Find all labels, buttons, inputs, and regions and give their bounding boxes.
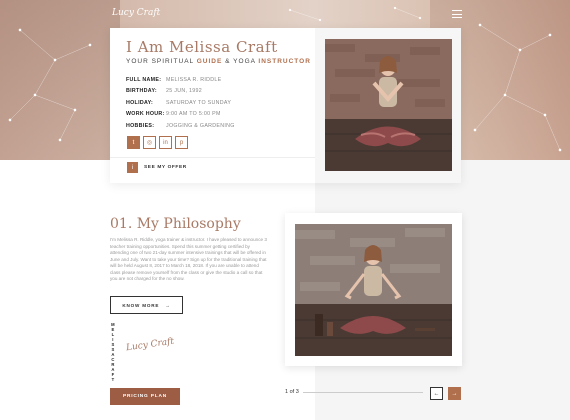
prev-button[interactable]: ←	[430, 387, 443, 400]
detail-key: FULL NAME:	[126, 76, 162, 83]
section-title: 01. My Philosophy	[110, 216, 241, 232]
detail-row: FULL NAME: MELISSA R. RIDDLE	[126, 74, 311, 86]
subtitle-prefix: YOUR SPIRITUAL	[126, 58, 197, 65]
profile-photo	[325, 39, 452, 171]
detail-key: HOBBIES:	[126, 122, 155, 129]
philosophy-photo	[295, 224, 452, 356]
detail-value: 25 JUN, 1992	[166, 88, 202, 95]
social-links: t ◎ in p	[127, 136, 188, 149]
subtitle-guide: GUIDE	[196, 58, 223, 65]
detail-row: HOBBIES: JOGGING & GARDENING	[126, 120, 311, 132]
info-icon: i	[127, 162, 138, 173]
github-icon[interactable]: ◎	[143, 136, 156, 149]
see-offer-button[interactable]: i SEE MY OFFER	[127, 162, 187, 173]
page-title: I Am Melissa Craft	[126, 38, 278, 56]
linkedin-icon[interactable]: in	[159, 136, 172, 149]
subtitle-instructor: INSTRUCTOR	[258, 58, 311, 65]
profile-details: FULL NAME: MELISSA R. RIDDLE BIRTHDAY: 25 …	[126, 74, 311, 132]
site-logo[interactable]: Lucy Craft	[112, 8, 160, 18]
detail-value: JOGGING & GARDENING	[166, 122, 235, 129]
profile-card: I Am Melissa Craft YOUR SPIRITUAL GUIDE …	[110, 28, 461, 183]
twitter-icon[interactable]: t	[127, 136, 140, 149]
detail-row: HOLIDAY: SATURDAY TO SUNDAY	[126, 97, 311, 109]
detail-value: MELISSA R. RIDDLE	[166, 76, 222, 83]
vertical-name: MELISSACRAFT	[111, 322, 115, 382]
next-button[interactable]: →	[448, 387, 461, 400]
pinterest-icon[interactable]: p	[175, 136, 188, 149]
profile-subtitle: YOUR SPIRITUAL GUIDE & YOGA INSTRUCTOR	[126, 58, 311, 65]
detail-value: SATURDAY TO SUNDAY	[166, 99, 232, 106]
see-offer-label: SEE MY OFFER	[144, 165, 187, 170]
page-indicator: 1 of 3	[285, 389, 299, 395]
know-more-label: KNOW MORE	[122, 302, 160, 308]
pricing-plan-button[interactable]: PRICING PLAN	[110, 388, 180, 405]
pager-divider	[303, 392, 423, 393]
philosophy-text: I'm Melissa R. Riddle, yoga trainer & in…	[110, 237, 267, 281]
signature: Lucy Craft	[125, 336, 175, 354]
know-more-button[interactable]: KNOW MORE →	[110, 296, 183, 314]
detail-key: BIRTHDAY:	[126, 88, 157, 95]
detail-row: WORK HOUR: 9:00 AM TO 5:00 PM	[126, 109, 311, 121]
detail-value: 9:00 AM TO 5:00 PM	[166, 111, 221, 118]
detail-key: WORK HOUR:	[126, 111, 165, 118]
subtitle-mid: & YOGA	[222, 58, 259, 65]
detail-key: HOLIDAY:	[126, 99, 154, 106]
hamburger-icon[interactable]	[452, 10, 462, 18]
divider	[110, 157, 315, 158]
detail-row: BIRTHDAY: 25 JUN, 1992	[126, 86, 311, 98]
profile-photo-panel	[315, 28, 461, 183]
arrow-right-icon: →	[165, 302, 171, 308]
philosophy-photo-frame	[285, 213, 462, 366]
